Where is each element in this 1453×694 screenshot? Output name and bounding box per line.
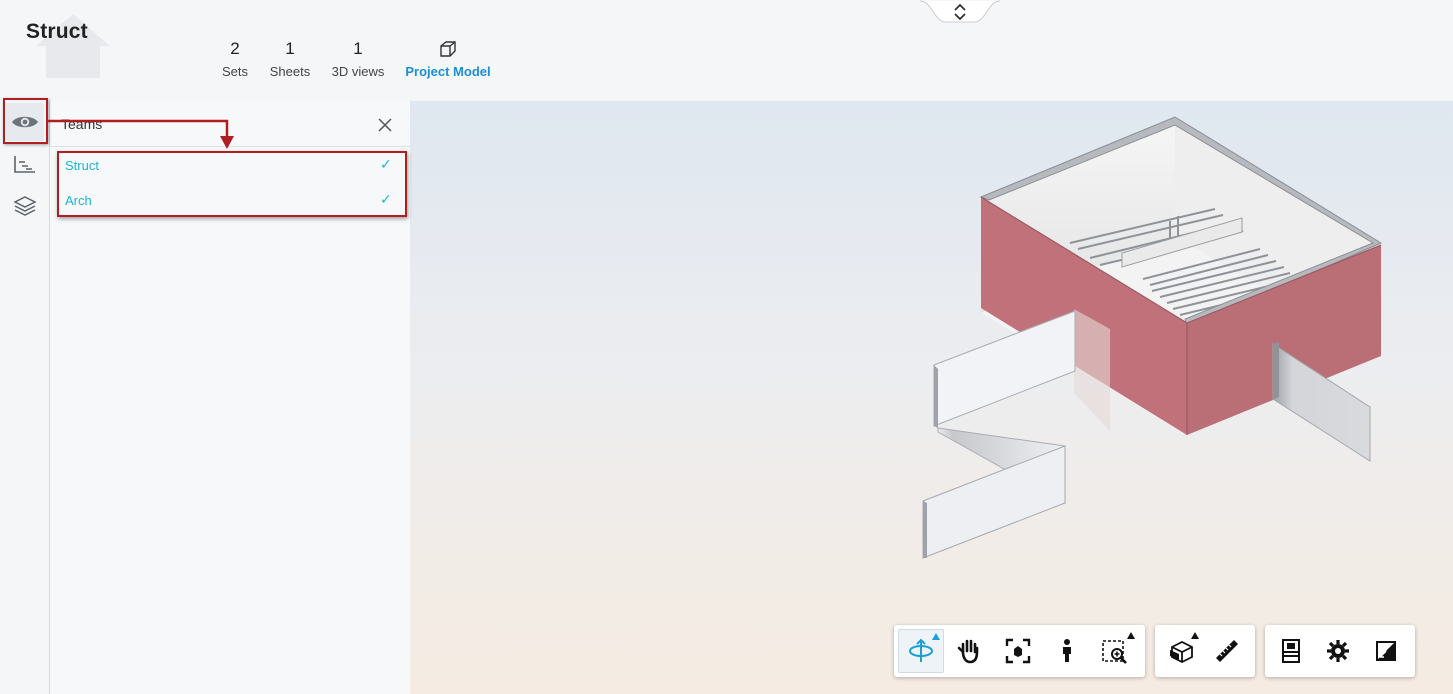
- zoom-window-icon: [1102, 640, 1128, 664]
- layers-icon: [13, 196, 37, 216]
- stat-sheets-value: 1: [285, 39, 295, 58]
- pan-icon: [958, 639, 979, 664]
- fit-to-view-button[interactable]: [995, 629, 1041, 673]
- team-item-struct[interactable]: Struct ✓: [50, 150, 410, 182]
- team-item-arch[interactable]: Arch ✓: [50, 185, 410, 217]
- cube-icon: [402, 38, 494, 60]
- project-model-tab[interactable]: Project Model: [402, 38, 494, 82]
- hierarchy-icon: [14, 156, 35, 173]
- app-root: Struct 2 Sets 1 Sheets 1 3D views Projec…: [0, 0, 1453, 694]
- zoom-window-button[interactable]: [1092, 629, 1138, 673]
- page-title: Struct: [26, 20, 88, 43]
- measure-button[interactable]: [1205, 629, 1248, 673]
- first-person-icon: [1062, 639, 1071, 662]
- close-icon[interactable]: [375, 115, 395, 135]
- first-person-button[interactable]: [1044, 629, 1090, 673]
- measure-icon: [1215, 640, 1238, 662]
- stat-3d-views-value: 1: [353, 39, 363, 58]
- orbit-button[interactable]: [898, 629, 944, 673]
- dropdown-indicator: [931, 633, 940, 640]
- panel-title: Teams: [61, 116, 103, 132]
- model-browser-button[interactable]: [1269, 629, 1313, 673]
- stat-sheets[interactable]: 1 Sheets: [263, 38, 317, 82]
- pan-button[interactable]: [947, 629, 993, 673]
- settings-toolbar: [1265, 625, 1415, 677]
- orbit-icon: [908, 638, 933, 662]
- checkmark-icon[interactable]: ✓: [380, 191, 392, 208]
- stat-3d-views-label: 3D views: [331, 64, 385, 79]
- stat-sets-value: 2: [230, 39, 240, 58]
- model-browser-icon: [1282, 639, 1301, 663]
- panel-header: Teams: [50, 101, 410, 147]
- navigation-toolbar: [894, 625, 1145, 677]
- stat-sheets-label: Sheets: [269, 64, 311, 79]
- fullscreen-button[interactable]: [1364, 629, 1408, 673]
- team-name: Struct: [65, 158, 99, 173]
- rail-item-layers[interactable]: [6, 187, 44, 225]
- fit-to-view-icon: [1005, 638, 1031, 664]
- rail-item-hierarchy[interactable]: [6, 145, 44, 183]
- side-rail: [0, 101, 50, 694]
- 3d-viewport[interactable]: [410, 101, 1453, 694]
- rail-item-teams[interactable]: [6, 103, 44, 141]
- dropdown-indicator: [1127, 632, 1136, 639]
- teams-panel: Teams Struct ✓ Arch ✓: [50, 101, 410, 694]
- analysis-toolbar: [1155, 625, 1255, 677]
- settings-button[interactable]: [1316, 629, 1360, 673]
- project-model-label: Project Model: [405, 64, 491, 79]
- section-analysis-icon: [1169, 640, 1193, 664]
- fullscreen-icon: [1375, 641, 1396, 661]
- settings-icon: [1327, 640, 1350, 662]
- dropdown-indicator: [1191, 632, 1199, 639]
- team-name: Arch: [65, 193, 92, 208]
- stat-3d-views[interactable]: 1 3D views: [326, 38, 390, 82]
- eye-icon: [12, 116, 38, 128]
- collapse-header-toggle[interactable]: [920, 0, 1000, 26]
- header: Struct 2 Sets 1 Sheets 1 3D views Projec…: [0, 0, 1453, 101]
- building-model: [922, 116, 1383, 559]
- stat-sets-label: Sets: [221, 64, 248, 79]
- checkmark-icon[interactable]: ✓: [380, 156, 392, 173]
- stat-sets[interactable]: 2 Sets: [216, 38, 254, 82]
- section-analysis-button[interactable]: [1159, 629, 1202, 673]
